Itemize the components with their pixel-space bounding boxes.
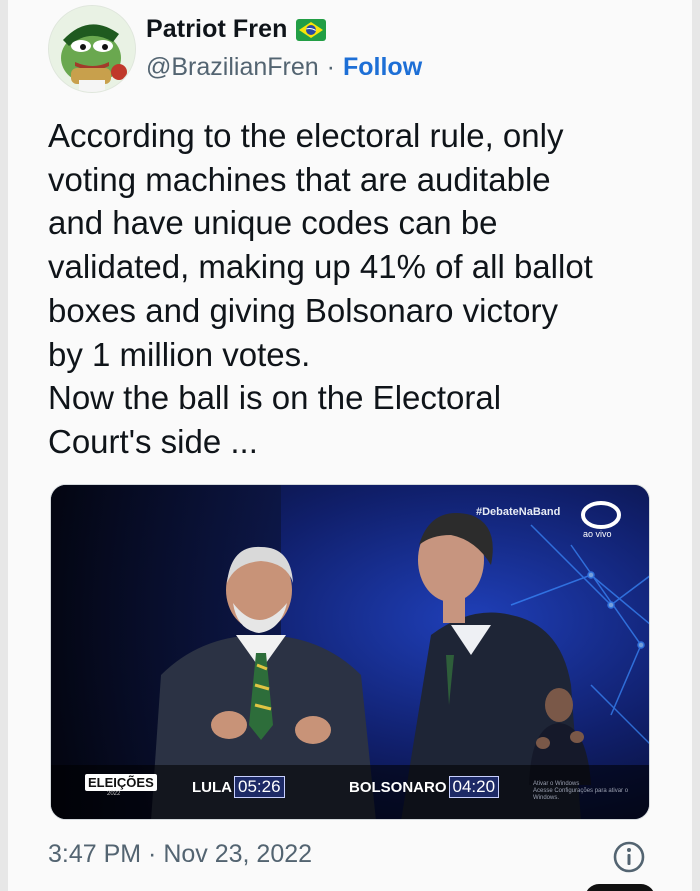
tweet-header: Patriot Fren @BrazilianFren · Follow (48, 5, 648, 95)
tweet-text: According to the electoral rule, only vo… (48, 117, 593, 460)
info-icon[interactable] (612, 840, 646, 874)
floating-button-edge[interactable] (585, 884, 655, 891)
right-edge (692, 0, 700, 891)
elections-label: ELEIÇÕES (85, 774, 157, 791)
tweet-media[interactable]: #DebateNaBand ao vivo ELEIÇÕES 2022 LULA… (50, 484, 650, 820)
brazil-flag-icon (295, 18, 326, 41)
display-name[interactable]: Patriot Fren (146, 15, 288, 44)
separator-dot: · (326, 53, 335, 81)
follow-button[interactable]: Follow (343, 53, 422, 82)
candidate-name: LULA (192, 778, 232, 796)
avatar[interactable] (48, 5, 136, 93)
hashtag-label: #DebateNaBand (476, 506, 561, 518)
debate-scene-image (51, 485, 649, 819)
candidate-name: BOLSONARO (349, 778, 447, 796)
live-label: ao vivo (583, 529, 612, 539)
tweet-timestamp[interactable]: 3:47 PM · Nov 23, 2022 (48, 840, 312, 869)
candidate-time: 05:26 (234, 776, 285, 798)
windows-watermark: Ativar o Windows Acesse Configurações pa… (533, 781, 629, 801)
candidate-time: 04:20 (448, 776, 500, 798)
pepe-frog-avatar-icon (49, 6, 135, 92)
left-edge (0, 0, 8, 891)
candidate-timer-lula: LULA 05:26 (192, 776, 285, 798)
user-handle[interactable]: @BrazilianFren (146, 53, 319, 82)
candidate-timer-bolsonaro: BOLSONARO 04:20 (349, 776, 500, 798)
elections-year: 2022 (107, 791, 121, 797)
